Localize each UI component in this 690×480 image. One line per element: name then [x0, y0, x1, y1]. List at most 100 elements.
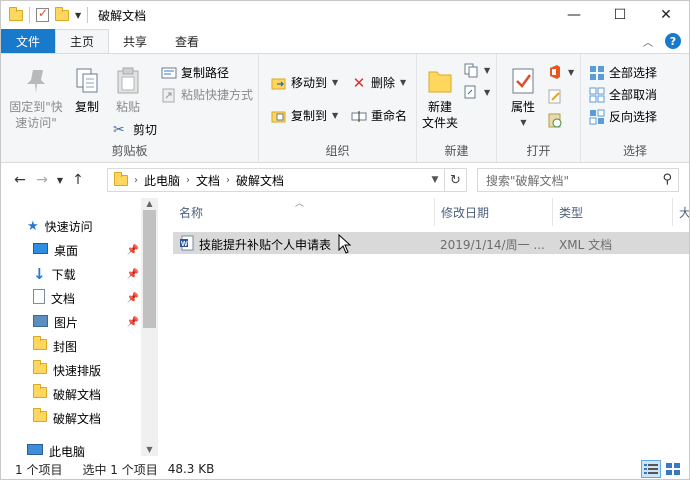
invert-selection-label: 反向选择	[609, 110, 658, 124]
nav-item-folder[interactable]: 快速排版	[1, 358, 141, 382]
folder-icon	[33, 360, 47, 377]
paste-label: 粘贴	[115, 100, 140, 114]
back-arrow-icon[interactable]: ←	[9, 169, 31, 191]
nav-item-pictures[interactable]: 图片 📌	[1, 310, 141, 334]
details-view-icon[interactable]	[641, 460, 661, 478]
address-dropdown-icon[interactable]: ▼	[426, 175, 444, 185]
copy-button[interactable]: 复制	[67, 66, 107, 115]
select-none-icon	[589, 87, 605, 102]
status-bar: 1 个项目 选中 1 个项目 48.3 KB	[1, 458, 689, 479]
pin-icon[interactable]: 📌	[127, 317, 139, 328]
search-input[interactable]: 搜索"破解文档" ⚲	[477, 168, 679, 192]
tab-file[interactable]: 文件	[1, 29, 55, 53]
delete-dropdown-icon: ▼	[400, 78, 407, 87]
pin-icon[interactable]: 📌	[127, 269, 139, 280]
breadcrumb-this-pc[interactable]: 此电脑	[144, 172, 180, 189]
nav-item-folder[interactable]: 破解文档	[1, 406, 141, 430]
select-none-button[interactable]: 全部取消	[589, 86, 657, 103]
properties-icon	[512, 68, 534, 94]
column-header-modified[interactable]: 修改日期	[435, 198, 553, 226]
new-folder-button[interactable]: 新建 文件夹	[417, 66, 463, 131]
tab-share[interactable]: 共享	[109, 29, 161, 53]
scroll-up-icon[interactable]: ▲	[141, 198, 158, 210]
minimize-button[interactable]: —	[551, 1, 597, 29]
address-bar[interactable]: › 此电脑 › 文档 › 破解文档 ▼ ↻	[107, 168, 467, 192]
table-row[interactable]: W 技能提升补贴个人申请表 2019/1/14/周一 ... XML 文档	[173, 232, 689, 254]
cut-button[interactable]: ✂ 剪切	[113, 121, 157, 138]
easy-access-icon	[464, 85, 476, 99]
properties-label: 属性	[510, 100, 535, 114]
invert-selection-button[interactable]: 反向选择	[589, 108, 657, 125]
cut-label: 剪切	[133, 123, 158, 137]
selection-count: 选中 1 个项目	[82, 462, 158, 477]
select-all-button[interactable]: 全部选择	[589, 64, 657, 81]
ribbon-expand-icon[interactable]: ︿	[643, 34, 653, 49]
edit-button[interactable]	[547, 88, 563, 104]
nav-item-folder[interactable]: 破解文档	[1, 382, 141, 406]
forward-arrow-icon[interactable]: →	[31, 169, 53, 191]
nav-item-label: 图片	[54, 315, 79, 330]
nav-item-desktop[interactable]: 桌面 📌	[1, 238, 141, 262]
refresh-icon[interactable]: ↻	[444, 169, 466, 191]
close-button[interactable]: ✕	[643, 1, 689, 29]
tab-view[interactable]: 查看	[161, 29, 213, 53]
move-to-label: 移动到	[291, 76, 328, 90]
easy-access-button[interactable]: ▼	[463, 84, 490, 100]
tab-home[interactable]: 主页	[55, 29, 110, 53]
pin-quick-access-button[interactable]: 固定到"快 速访问"	[5, 66, 67, 131]
nav-item-folder[interactable]: 封图	[1, 334, 141, 358]
column-header-name[interactable]: 名称	[173, 198, 435, 226]
nav-item-label: 快速排版	[53, 363, 102, 378]
column-header-size[interactable]: 大	[673, 198, 689, 226]
rename-button[interactable]: 重命名	[351, 107, 407, 124]
properties-dropdown-icon: ▼	[520, 118, 527, 127]
nav-item-label: 下载	[51, 267, 76, 282]
delete-label: 删除	[371, 76, 396, 90]
nav-item-documents[interactable]: 文档 📌	[1, 286, 141, 310]
history-button[interactable]	[547, 112, 563, 128]
properties-check-icon[interactable]	[36, 6, 49, 22]
document-icon	[33, 289, 45, 307]
scrollbar-thumb[interactable]	[143, 210, 156, 328]
nav-item-downloads[interactable]: ↓ 下载 📌	[1, 262, 141, 286]
recent-locations-dropdown-icon[interactable]: ▼	[53, 169, 67, 191]
explorer-window: ▼ 破解文档 — ☐ ✕ 文件 主页 共享 查看 ︿ ? 固定到"快 速访问"	[0, 0, 690, 480]
up-arrow-icon[interactable]: ↑	[67, 169, 89, 191]
help-icon[interactable]: ?	[665, 33, 681, 49]
chevron-right-icon[interactable]: ›	[186, 175, 190, 186]
copy-to-dropdown-icon: ▼	[332, 111, 339, 120]
ribbon: 固定到"快 速访问" 复制 粘贴 ✂ 剪切 复制路径 粘贴快捷方式 剪贴板 移动…	[1, 53, 689, 163]
pin-icon[interactable]: 📌	[127, 245, 139, 256]
pin-icon[interactable]: 📌	[127, 293, 139, 304]
nav-pane-scrollbar[interactable]: ▲ ▼	[141, 198, 158, 456]
scroll-down-icon[interactable]: ▼	[141, 444, 158, 456]
paste-button[interactable]: 粘贴	[107, 66, 149, 115]
select-group: 全部选择 全部取消 反向选择 选择	[581, 54, 689, 162]
copy-to-button[interactable]: 复制到 ▼	[271, 107, 338, 124]
nav-item-label: 封图	[53, 339, 78, 354]
new-folder-label: 新建 文件夹	[421, 100, 458, 130]
new-folder-icon	[428, 71, 452, 93]
chevron-right-icon[interactable]: ›	[226, 175, 230, 186]
new-item-button[interactable]: ▼	[463, 62, 490, 78]
move-to-button[interactable]: 移动到 ▼	[271, 74, 338, 91]
properties-button[interactable]: 属性 ▼	[503, 66, 543, 131]
breadcrumb-documents[interactable]: 文档	[196, 172, 220, 189]
breadcrumb-current[interactable]: 破解文档	[236, 172, 284, 189]
quick-access-toolbar: ▼	[1, 6, 89, 23]
open-with-button[interactable]: ▼	[547, 64, 574, 80]
copy-path-button[interactable]: 复制路径	[161, 64, 229, 81]
maximize-button[interactable]: ☐	[597, 1, 643, 29]
paste-shortcut-button[interactable]: 粘贴快捷方式	[161, 86, 253, 103]
divider	[87, 7, 89, 23]
new-item-dropdown-icon: ▼	[484, 65, 491, 75]
delete-x-icon: ✕	[352, 73, 366, 92]
column-header-type[interactable]: 类型	[553, 198, 673, 226]
delete-button[interactable]: ✕ 删除 ▼	[351, 74, 406, 91]
customize-qat-dropdown[interactable]: ▼	[75, 11, 81, 20]
chevron-right-icon[interactable]: ›	[134, 175, 138, 186]
new-folder-icon[interactable]	[55, 6, 69, 21]
large-icons-view-icon[interactable]	[663, 460, 683, 478]
column-type-label: 类型	[559, 205, 584, 220]
nav-item-quick-access[interactable]: ★ 快速访问	[1, 214, 141, 238]
